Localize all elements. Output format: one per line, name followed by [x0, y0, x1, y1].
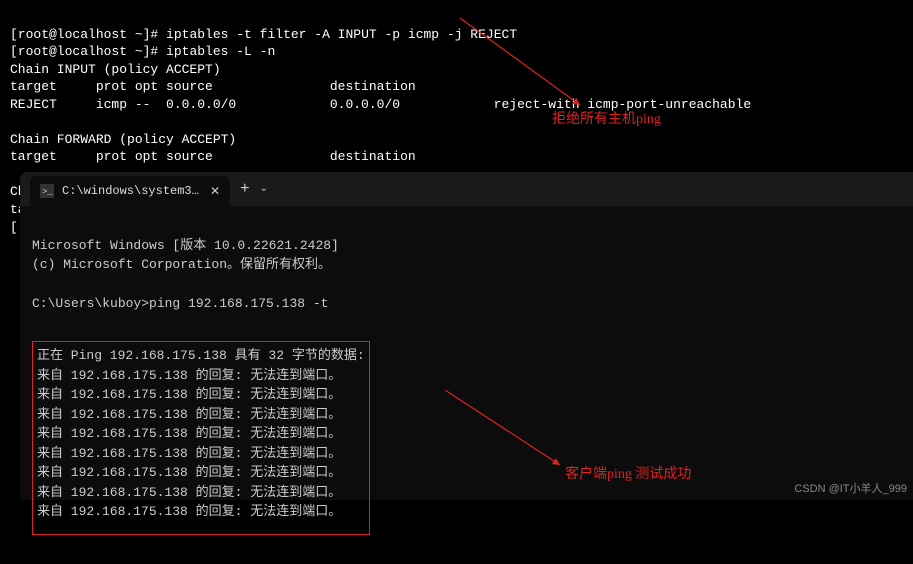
cmd-window: >_ C:\windows\system32\cmd.ex ✕ + ⌄ Micr… [20, 172, 913, 500]
titlebar: >_ C:\windows\system32\cmd.ex ✕ + ⌄ [20, 172, 913, 206]
ping-header: 正在 Ping 192.168.175.138 具有 32 字节的数据: [37, 348, 365, 363]
output-line: Chain INPUT (policy ACCEPT) [10, 62, 221, 77]
cmd-prompt: C:\Users\kuboy> [32, 296, 149, 311]
annotation-client-ping: 客户端ping 测试成功 [565, 463, 691, 483]
ping-reply: 来自 192.168.175.138 的回复: 无法连到端口。 [37, 387, 341, 402]
close-icon[interactable]: ✕ [210, 184, 220, 199]
ping-reply: 来自 192.168.175.138 的回复: 无法连到端口。 [37, 504, 341, 519]
ping-reply: 来自 192.168.175.138 的回复: 无法连到端口。 [37, 485, 341, 500]
cmd-input[interactable]: ping 192.168.175.138 -t [149, 296, 328, 311]
new-tab-button[interactable]: + [240, 180, 250, 198]
ping-output-box: 正在 Ping 192.168.175.138 具有 32 字节的数据: 来自 … [32, 341, 370, 535]
ping-reply: 来自 192.168.175.138 的回复: 无法连到端口。 [37, 368, 341, 383]
cmd-body: Microsoft Windows [版本 10.0.22621.2428] (… [20, 206, 913, 564]
ping-reply: 来自 192.168.175.138 的回复: 无法连到端口。 [37, 465, 341, 480]
banner-line: Microsoft Windows [版本 10.0.22621.2428] [32, 238, 339, 253]
output-line: target prot opt source destination [10, 79, 416, 94]
cmd-icon: >_ [40, 184, 54, 198]
watermark: CSDN @IT小羊人_999 [794, 480, 907, 496]
output-line: Chain FORWARD (policy ACCEPT) [10, 132, 236, 147]
ping-reply: 来自 192.168.175.138 的回复: 无法连到端口。 [37, 407, 341, 422]
banner-line: (c) Microsoft Corporation。保留所有权利。 [32, 257, 331, 272]
ping-reply: 来自 192.168.175.138 的回复: 无法连到端口。 [37, 426, 341, 441]
svg-text:>_: >_ [42, 187, 53, 197]
cmd-text: iptables -L -n [166, 44, 275, 59]
output-line: [ [10, 220, 18, 235]
tab-cmd[interactable]: >_ C:\windows\system32\cmd.ex ✕ [30, 176, 230, 206]
ping-reply: 来自 192.168.175.138 的回复: 无法连到端口。 [37, 446, 341, 461]
prompt: [root@localhost ~]# [10, 44, 158, 59]
annotation-reject: 拒绝所有主机ping [552, 108, 661, 128]
chevron-down-icon[interactable]: ⌄ [260, 183, 268, 195]
cmd-text: iptables -t filter -A INPUT -p icmp -j R… [166, 27, 517, 42]
output-line: target prot opt source destination [10, 149, 416, 164]
prompt: [root@localhost ~]# [10, 27, 158, 42]
tab-title: C:\windows\system32\cmd.ex [62, 184, 202, 198]
